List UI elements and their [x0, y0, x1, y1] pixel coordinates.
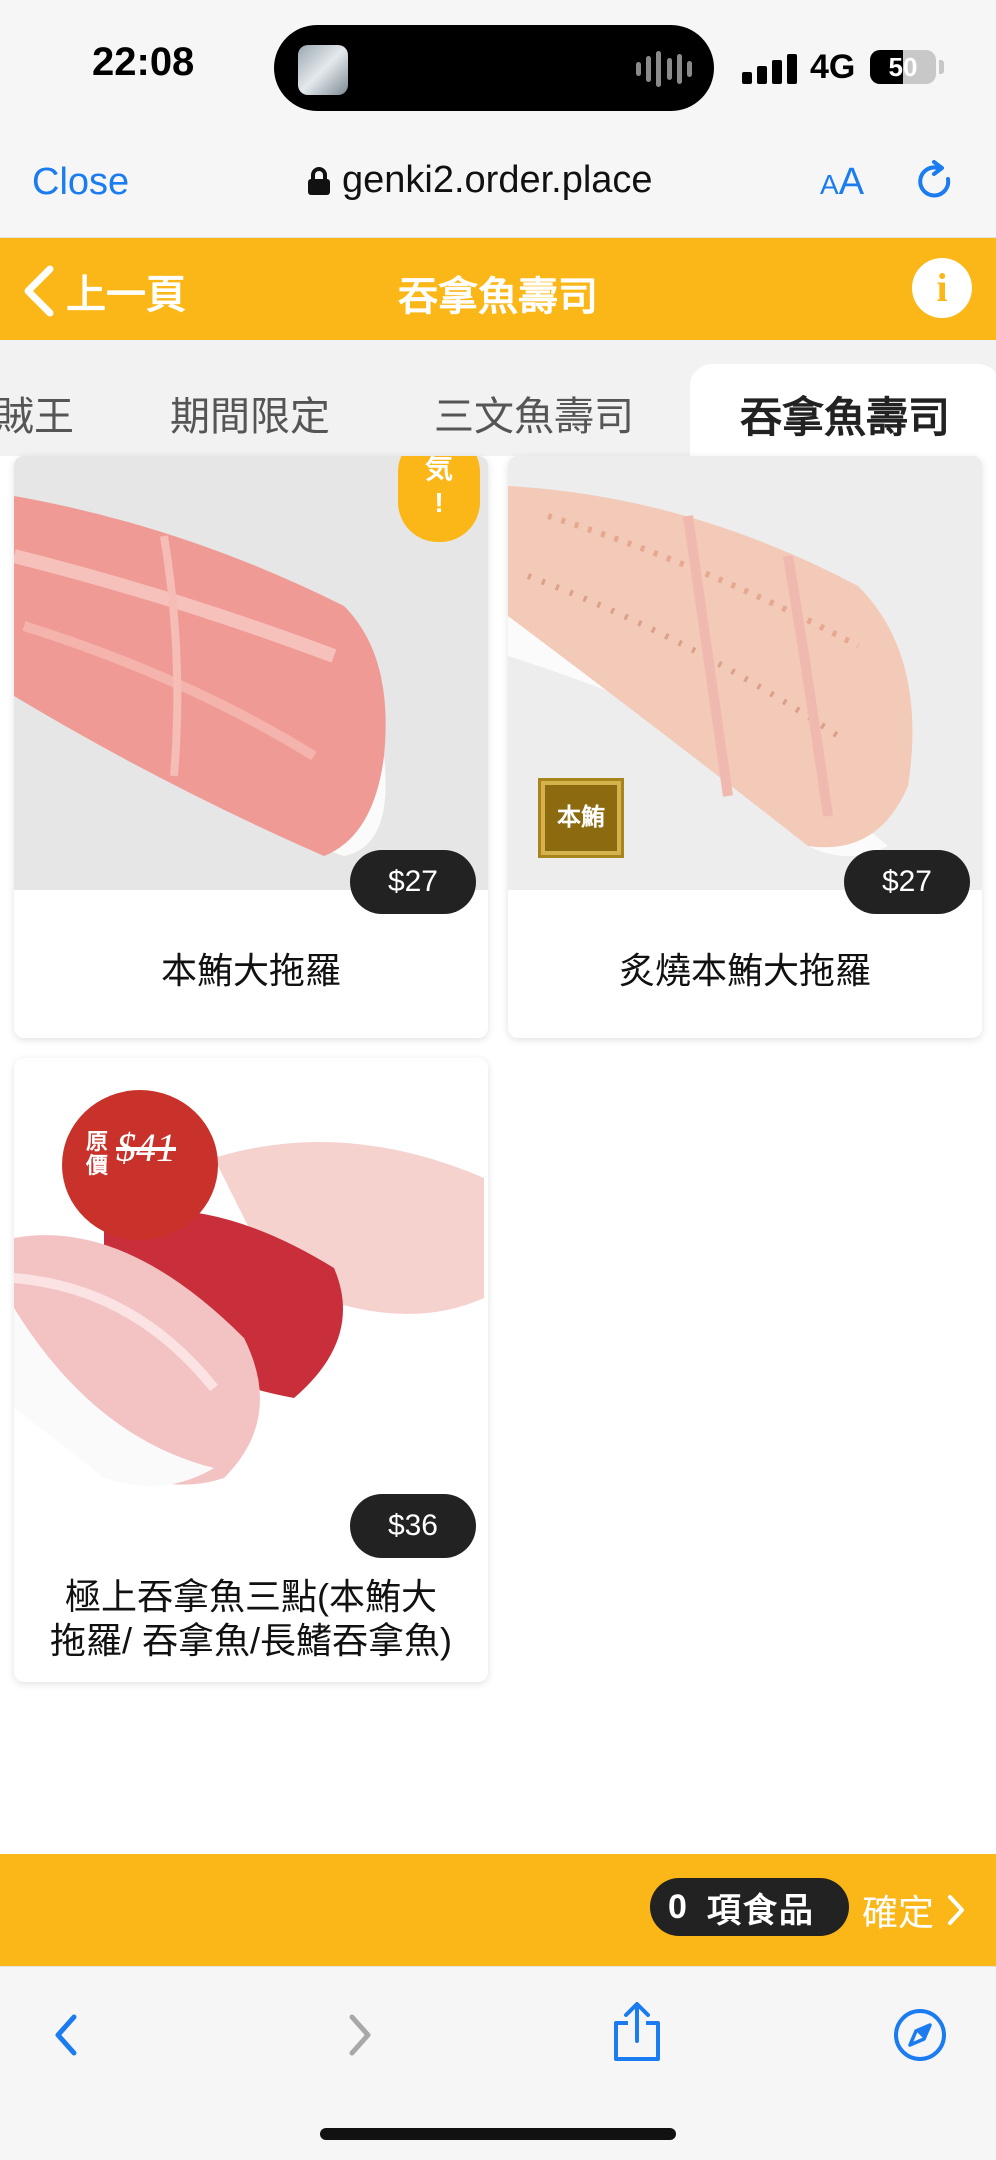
battery-icon: 50 [870, 50, 936, 84]
price-tag: $27 [843, 850, 970, 914]
chevron-left-icon[interactable] [40, 2007, 96, 2063]
tab-category-4-active[interactable]: 吞拿魚壽司 [690, 364, 996, 456]
url-text: genki2.order.place [342, 159, 653, 201]
chevron-right-icon [948, 1895, 965, 1925]
battery-percentage: 50 [888, 52, 918, 82]
original-price-value: $41 [116, 1125, 176, 1170]
popular-badge-mark: ! [434, 487, 444, 518]
product-card[interactable]: 本鮪 $27 炙燒本鮪大拖羅 [508, 456, 982, 1038]
confirm-label: 確定 [862, 1892, 935, 1933]
status-time: 22:08 [92, 40, 195, 84]
tab-category-1[interactable]: 賊王 [0, 384, 74, 442]
product-name: 本鮪大拖羅 [160, 950, 341, 991]
confirm-button[interactable]: 確定 [862, 1884, 968, 1936]
product-image: 原價 $41 [14, 1058, 488, 1534]
text-size-large-glyph: A [838, 161, 865, 203]
compass-icon[interactable] [892, 2007, 948, 2063]
share-icon[interactable] [608, 2001, 666, 2063]
url-field[interactable]: genki2.order.place [308, 159, 653, 202]
category-tabs: 賊王 期間限定 三文魚壽司 吞拿魚壽司 [0, 340, 996, 456]
price-tag: $36 [349, 1494, 476, 1558]
cart-item-count: 0 [668, 1887, 687, 1926]
network-type: 4G [810, 48, 856, 86]
product-grid: 気! $27 本鮪大拖羅 本鮪 $27 炙燒本鮪大拖羅 原價 $41 $36 極… [0, 456, 996, 1854]
lock-icon [308, 166, 330, 195]
product-image: 気! [14, 456, 488, 890]
popular-badge-text: 気 [424, 456, 453, 484]
popular-badge: 気! [398, 456, 480, 542]
reload-icon[interactable] [912, 159, 958, 205]
app-header: 上一頁 吞拿魚壽司 i [0, 238, 996, 340]
original-price-badge: 原價 $41 [62, 1090, 218, 1240]
cart-summary[interactable]: 0 項食品 [650, 1878, 849, 1936]
honmaguro-badge: 本鮪 [538, 778, 624, 858]
product-name-line-2: 拖羅/ 吞拿魚/長鰭吞拿魚) [50, 1620, 452, 1661]
chevron-right-icon[interactable] [330, 2007, 386, 2063]
product-image: 本鮪 [508, 456, 982, 890]
audio-waveform-icon [636, 51, 692, 87]
original-price-label: 原價 [86, 1129, 109, 1178]
page: 22:08 4G 50 Close genki2.order.place AA [0, 0, 996, 2160]
cart-items-label: 項食品 [706, 1891, 815, 1930]
dynamic-island [274, 25, 714, 111]
page-title: 吞拿魚壽司 [398, 275, 598, 319]
product-name: 炙燒本鮪大拖羅 [618, 950, 871, 991]
info-icon[interactable]: i [912, 258, 972, 318]
close-button[interactable]: Close [32, 161, 129, 204]
price-tag: $27 [349, 850, 476, 914]
cellular-signal-icon [742, 52, 798, 84]
product-card[interactable]: 原價 $41 $36 極上吞拿魚三點(本鮪大 拖羅/ 吞拿魚/長鰭吞拿魚) [14, 1058, 488, 1682]
order-bar: 0 項食品 確定 [0, 1854, 996, 1966]
product-card[interactable]: 気! $27 本鮪大拖羅 [14, 456, 488, 1038]
battery-cap [939, 60, 944, 74]
browser-address-bar: Close genki2.order.place AA [0, 135, 996, 238]
tab-category-2[interactable]: 期間限定 [170, 384, 330, 442]
text-size-small-glyph: A [820, 169, 839, 200]
product-name-line-1: 極上吞拿魚三點(本鮪大 [65, 1576, 437, 1617]
home-indicator [320, 2128, 676, 2140]
tab-category-3[interactable]: 三文魚壽司 [434, 384, 634, 442]
status-bar: 22:08 4G 50 [0, 0, 996, 135]
now-playing-thumbnail [298, 45, 348, 95]
text-size-button[interactable]: AA [820, 161, 864, 204]
